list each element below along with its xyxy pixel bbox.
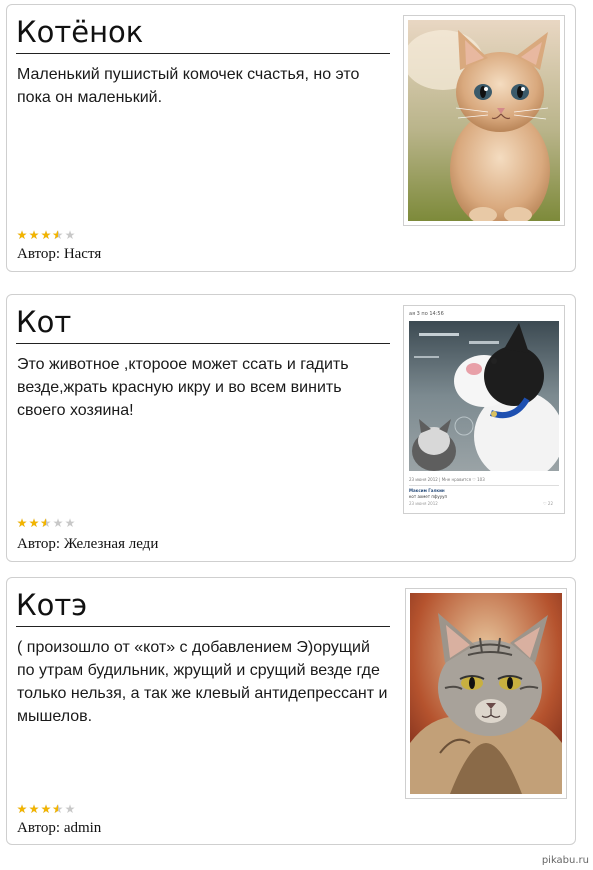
post-text: Маленький пушистый комочек счастья, но э…	[17, 66, 360, 106]
post-text: Это животное ,ктороое может ссать и гади…	[17, 356, 349, 419]
star-icon[interactable]: ★ ★	[40, 517, 52, 529]
star-icon[interactable]: ★ ★	[40, 803, 52, 815]
star-fill-icon: ★	[40, 803, 52, 815]
post-image: ая 3 по 14:56 23 июня 2012 | Мне нравитс…	[403, 305, 565, 514]
post-card: Кот Это животное ,ктороое может ссать и …	[6, 294, 576, 562]
post-image	[405, 588, 567, 799]
star-icon[interactable]: ★ ★	[16, 517, 28, 529]
star-fill-icon: ★	[52, 803, 58, 815]
image-caption: 23 июня 2012	[409, 501, 438, 506]
star-icon[interactable]: ★	[52, 517, 64, 529]
star-fill-icon: ★	[28, 229, 40, 241]
post-title: Котэ	[16, 586, 390, 627]
star-fill-icon: ★	[28, 517, 40, 529]
post-author: Автор: Настя	[17, 246, 102, 262]
rating-stars[interactable]: ★ ★ ★ ★ ★ ★ ★ ★	[16, 517, 76, 529]
image-caption: Максим Галкин	[409, 488, 445, 493]
image-caption: ♡ 22	[543, 501, 553, 506]
post-card: Котёнок Маленький пушистый комочек счаст…	[6, 4, 576, 272]
star-fill-icon: ★	[16, 803, 28, 815]
star-fill-icon: ★	[52, 229, 58, 241]
rating-stars[interactable]: ★ ★ ★ ★ ★ ★ ★ ★ ★	[16, 803, 76, 815]
star-icon[interactable]: ★ ★	[40, 229, 52, 241]
post-title: Кот	[16, 303, 390, 344]
post-author: Автор: Железная леди	[17, 536, 159, 552]
post-title: Котёнок	[16, 13, 390, 54]
star-icon[interactable]: ★	[64, 517, 76, 529]
star-fill-icon: ★	[40, 229, 52, 241]
rating-stars[interactable]: ★ ★ ★ ★ ★ ★ ★ ★ ★	[16, 229, 76, 241]
watermark: pikabu.ru	[541, 855, 589, 866]
star-icon[interactable]: ★ ★	[28, 229, 40, 241]
cat-screenshot-photo-icon: ая 3 по 14:56 23 июня 2012 | Мне нравитс…	[407, 309, 561, 510]
kitten-photo-icon	[408, 20, 560, 221]
star-icon[interactable]: ★ ★	[28, 803, 40, 815]
star-icon[interactable]: ★ ★	[28, 517, 40, 529]
image-caption: кот ахмет пфуууп	[409, 494, 448, 499]
post-author: Автор: admin	[17, 820, 102, 836]
star-fill-icon: ★	[28, 803, 40, 815]
star-icon[interactable]: ★	[64, 229, 76, 241]
star-fill-icon: ★	[40, 517, 46, 529]
star-icon[interactable]: ★ ★	[16, 803, 28, 815]
cat-in-jacket-photo-icon	[410, 593, 562, 794]
image-caption: 23 июня 2012 | Мне нравится ♡ 103	[409, 477, 485, 482]
image-caption: ая 3 по 14:56	[409, 311, 444, 317]
star-icon[interactable]: ★ ★	[16, 229, 28, 241]
star-icon[interactable]: ★ ★	[52, 803, 64, 815]
divider	[409, 485, 559, 486]
star-fill-icon: ★	[16, 229, 28, 241]
star-icon[interactable]: ★	[64, 803, 76, 815]
star-fill-icon: ★	[16, 517, 28, 529]
post-image	[403, 15, 565, 226]
post-text: ( произошло от «кот» с добавлением Э)ору…	[17, 639, 388, 725]
star-icon[interactable]: ★ ★	[52, 229, 64, 241]
post-card: Котэ ( произошло от «кот» с добавлением …	[6, 577, 576, 845]
